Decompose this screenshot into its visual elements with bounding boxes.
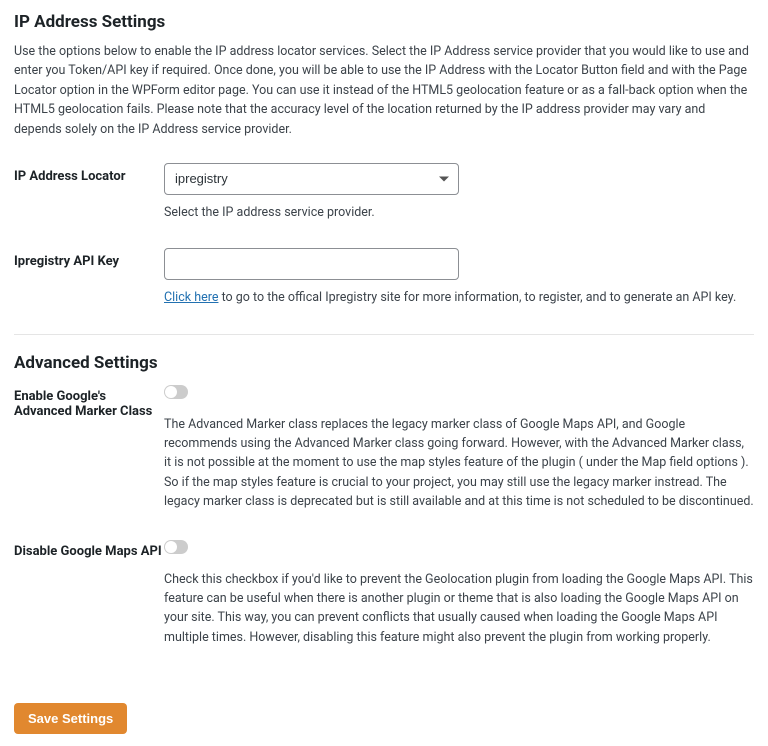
disable-api-description: Check this checkbox if you'd like to pre… xyxy=(164,570,754,648)
advanced-marker-label: Enable Google's Advanced Marker Class xyxy=(14,383,164,419)
api-key-label: Ipregistry API Key xyxy=(14,248,164,269)
advanced-marker-description: The Advanced Marker class replaces the l… xyxy=(164,415,754,512)
api-key-input[interactable] xyxy=(164,248,459,280)
ip-settings-heading: IP Address Settings xyxy=(14,12,754,32)
section-divider xyxy=(14,334,754,335)
save-settings-button[interactable]: Save Settings xyxy=(14,703,127,734)
disable-api-label: Disable Google Maps API xyxy=(14,538,164,559)
ip-locator-label: IP Address Locator xyxy=(14,163,164,184)
ip-locator-help: Select the IP address service provider. xyxy=(164,203,754,222)
ip-locator-select[interactable]: ipregistry xyxy=(164,163,459,195)
ipregistry-link[interactable]: Click here xyxy=(164,290,218,305)
api-key-help: Click here to go to the offical Ipregist… xyxy=(164,288,754,307)
advanced-settings-heading: Advanced Settings xyxy=(14,353,754,373)
advanced-marker-toggle[interactable] xyxy=(164,385,188,399)
disable-api-toggle[interactable] xyxy=(164,540,188,554)
ip-settings-description: Use the options below to enable the IP a… xyxy=(14,42,754,139)
